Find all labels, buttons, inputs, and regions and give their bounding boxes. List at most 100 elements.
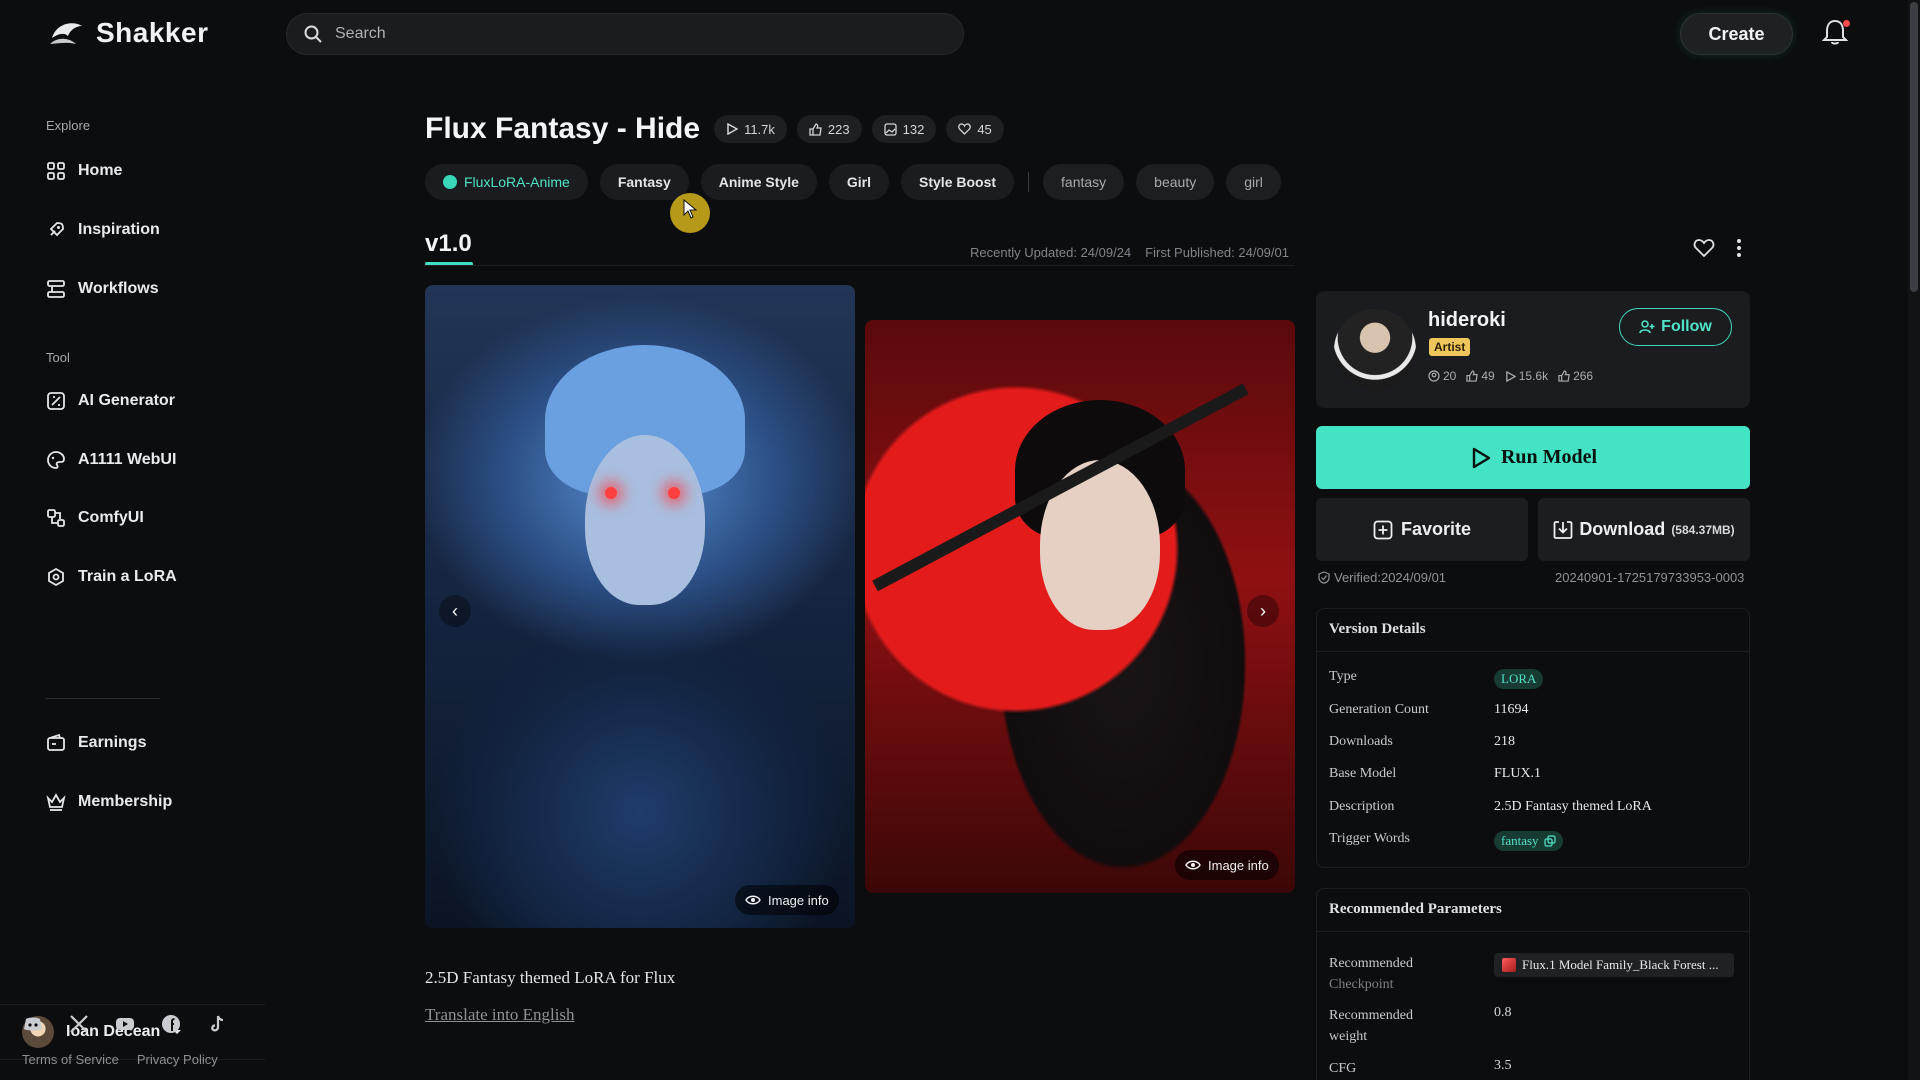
param-key: Recommended — [1329, 1008, 1413, 1023]
author-followers: 20 — [1443, 369, 1457, 383]
rocket-icon — [49, 222, 64, 237]
sidebar-item-ai-generator[interactable]: AI Generator — [46, 386, 246, 416]
shakker-logo-icon — [50, 23, 82, 44]
favorite-button[interactable]: Favorite — [1316, 498, 1528, 561]
checkpoint-thumbnail-icon — [1502, 958, 1516, 972]
image-info-button[interactable]: Image info — [1175, 850, 1279, 880]
recommended-params-title: Recommended Parameters — [1329, 901, 1502, 917]
download-button[interactable]: Download (584.37MB) — [1538, 498, 1750, 561]
author-card: hideroki Artist 20 49 15.6k 266 Follow — [1316, 291, 1750, 408]
sidebar-item-membership[interactable]: Membership — [46, 787, 246, 817]
author-stats: 20 49 15.6k 266 — [1428, 369, 1593, 383]
youtube-icon[interactable] — [114, 1013, 136, 1035]
author-name[interactable]: hideroki — [1428, 309, 1506, 332]
recommended-params-panel: Recommended Parameters Recommended Checkp… — [1316, 888, 1750, 1080]
param-row-checkpoint: Recommended Checkpoint Flux.1 Model Famil… — [1329, 953, 1739, 995]
thumbs-up-icon — [1558, 370, 1570, 382]
detail-row-trigger-words: Trigger Words fantasy — [1329, 831, 1739, 851]
tag-beauty[interactable]: beauty — [1136, 164, 1215, 200]
eye-icon — [1185, 860, 1201, 870]
gallery-image-2[interactable]: › Image info — [865, 320, 1295, 893]
tag-fantasy-lower[interactable]: fantasy — [1043, 164, 1125, 200]
cursor-arrow-icon — [683, 199, 697, 219]
heart-icon[interactable] — [1693, 238, 1715, 258]
tab-version[interactable]: v1.0 — [425, 230, 472, 258]
terms-link[interactable]: Terms of Service — [22, 1052, 119, 1067]
checkpoint-name: Flux.1 Model Family_Black Forest ... — [1522, 957, 1719, 972]
tag-separator — [1028, 172, 1030, 192]
heart-icon — [958, 123, 972, 135]
more-options-icon[interactable] — [1736, 238, 1742, 258]
checkpoint-chip[interactable]: Flux.1 Model Family_Black Forest ... — [1494, 953, 1734, 977]
notifications-button[interactable] — [1821, 18, 1852, 50]
gallery-image-1[interactable]: ‹ Image info — [425, 285, 855, 928]
copy-icon — [1543, 835, 1556, 847]
sidebar-divider — [46, 698, 160, 699]
facebook-icon[interactable] — [160, 1013, 182, 1035]
logo[interactable]: Shakker — [46, 16, 208, 50]
run-model-label: Run Model — [1500, 446, 1598, 468]
search-input[interactable] — [335, 25, 935, 43]
favorites-count: 45 — [977, 121, 992, 137]
sidebar-item-label: ComfyUI — [78, 509, 144, 526]
tag-primary[interactable]: FluxLoRA-Anime — [425, 164, 588, 200]
tag-style-boost[interactable]: Style Boost — [901, 164, 1015, 200]
image-info-button[interactable]: Image info — [735, 885, 839, 915]
tiktok-icon[interactable] — [206, 1013, 228, 1035]
privacy-link[interactable]: Privacy Policy — [137, 1052, 218, 1067]
param-row-cfg: CFG 3.5 — [1329, 1058, 1739, 1079]
sidebar-item-workflows[interactable]: Workflows — [46, 274, 246, 304]
sidebar-item-label: Membership — [78, 793, 173, 810]
carousel-next-button[interactable]: › — [1247, 595, 1279, 627]
scrollbar-thumb[interactable] — [1910, 2, 1918, 292]
author-avatar[interactable] — [1334, 309, 1416, 391]
tag-anime-style[interactable]: Anime Style — [700, 164, 817, 200]
detail-key: Type — [1329, 669, 1357, 684]
carousel-prev-button[interactable]: ‹ — [439, 595, 471, 627]
sidebar-item-inspiration[interactable]: Inspiration — [46, 215, 246, 245]
follow-button[interactable]: Follow — [1619, 308, 1732, 346]
detail-value: 2.5D Fantasy themed LoRA — [1494, 799, 1652, 814]
param-key: Recommended — [1329, 956, 1413, 971]
sidebar-item-earnings[interactable]: Earnings — [46, 728, 246, 758]
param-key: CFG — [1329, 1061, 1357, 1076]
translate-link[interactable]: Translate into English — [425, 1005, 575, 1025]
likes-stat: 223 — [796, 115, 862, 143]
param-value: 3.5 — [1494, 1058, 1512, 1073]
panel-divider — [1317, 931, 1749, 932]
play-icon — [1505, 370, 1516, 382]
sidebar-item-comfyui[interactable]: ComfyUI — [46, 503, 246, 533]
palette-icon — [47, 451, 65, 469]
sidebar-item-train-lora[interactable]: Train a LoRA — [46, 562, 246, 592]
detail-row-base-model: Base Model FLUX.1 — [1329, 766, 1739, 782]
tag-girl[interactable]: Girl — [828, 164, 890, 200]
nav-section-tool: Tool — [46, 350, 70, 365]
play-icon — [727, 123, 739, 135]
trigger-word-chip[interactable]: fantasy — [1494, 831, 1563, 851]
crown-icon — [46, 793, 66, 811]
images-count: 132 — [902, 121, 925, 137]
x-icon[interactable] — [68, 1013, 90, 1035]
param-value: 0.8 — [1494, 1005, 1512, 1020]
run-model-button[interactable]: Run Model — [1316, 426, 1750, 489]
trigger-word: fantasy — [1501, 833, 1539, 848]
discord-icon[interactable] — [22, 1013, 44, 1035]
detail-value: 11694 — [1494, 702, 1529, 717]
image-info-label: Image info — [1208, 857, 1269, 873]
version-details-title: Version Details — [1329, 621, 1426, 637]
author-runs: 15.6k — [1518, 369, 1549, 383]
create-button[interactable]: Create — [1680, 13, 1793, 55]
tag-girl-lower[interactable]: girl — [1226, 164, 1281, 200]
sidebar-item-label: Workflows — [78, 280, 159, 297]
sidebar-item-a1111-webui[interactable]: A1111 WebUI — [46, 445, 246, 475]
sidebar-item-home[interactable]: Home — [46, 156, 246, 186]
likes-count: 223 — [827, 121, 850, 137]
tag-fantasy[interactable]: Fantasy — [599, 164, 689, 200]
detail-value: 218 — [1494, 734, 1515, 749]
detail-row-description: Description 2.5D Fantasy themed LoRA — [1329, 799, 1739, 815]
detail-row-type: Type LORA — [1329, 669, 1739, 689]
model-header: Flux Fantasy - Hide 11.7k 223 132 45 — [425, 112, 1004, 146]
search-bar[interactable] — [286, 13, 964, 55]
wallet-icon — [47, 733, 65, 751]
type-badge: LORA — [1494, 669, 1544, 689]
